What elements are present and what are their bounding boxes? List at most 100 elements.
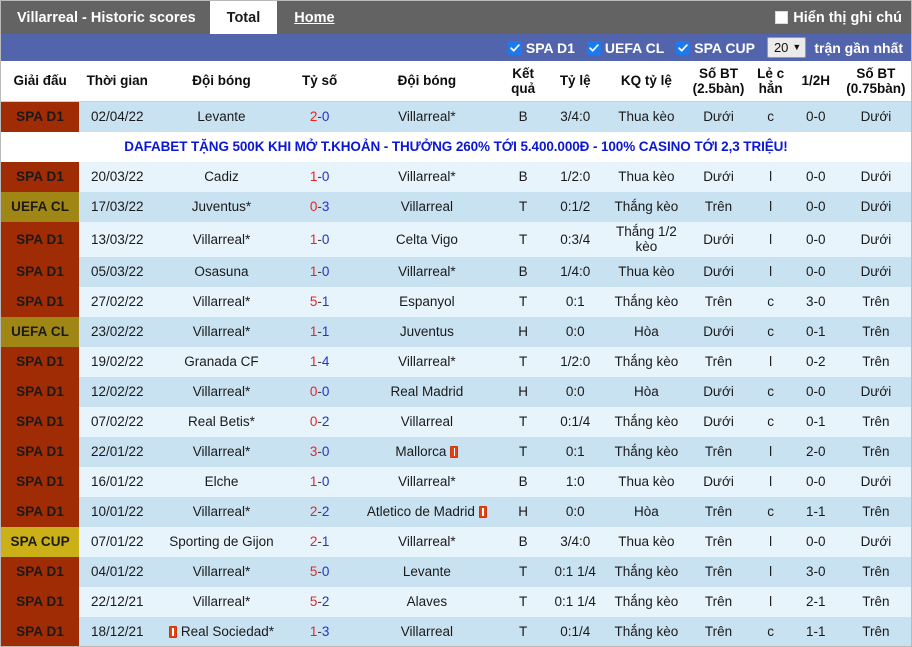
table-row[interactable]: SPA D1 12/02/22 Villarreal* 0-0 Real Madrid H…	[1, 376, 911, 407]
score-cell[interactable]: 1-3	[287, 616, 352, 646]
score-cell[interactable]: 1-0	[287, 256, 352, 287]
away-team-cell[interactable]: Villarreal	[351, 406, 503, 437]
show-notes-group[interactable]: Hiển thị ghi chú	[775, 1, 911, 34]
table-row[interactable]: SPA D1 19/02/22 Granada CF 1-4 Villarreal* T 1…	[1, 346, 911, 377]
table-row[interactable]: SPA D1 27/02/22 Villarreal* 5-1 Espanyol T 0:1…	[1, 286, 911, 317]
away-team-cell[interactable]: Villarreal*	[351, 162, 503, 192]
col-header-away-team[interactable]: Đội bóng	[351, 61, 503, 102]
table-row[interactable]: SPA D1 05/03/22 Osasuna 1-0 Villarreal* B 1/4:…	[1, 256, 911, 287]
col-header-ou-075[interactable]: Số BT (0.75bàn)	[840, 61, 911, 102]
away-team-cell[interactable]: Atletico de Madrid	[351, 496, 503, 527]
score-cell[interactable]: 2-0	[287, 101, 352, 132]
home-team-cell[interactable]: Granada CF	[155, 346, 288, 377]
table-row[interactable]: SPA D1 18/12/21 Real Sociedad* 1-3 Villarrea…	[1, 616, 911, 646]
home-team-cell[interactable]: Levante	[155, 101, 288, 132]
home-team-cell[interactable]: Villarreal*	[155, 586, 288, 617]
away-team-cell[interactable]: Villarreal	[351, 616, 503, 646]
home-team-cell[interactable]: Elche	[155, 466, 288, 497]
away-team-cell[interactable]: Levante	[351, 556, 503, 587]
score-cell[interactable]: 5-0	[287, 556, 352, 587]
match-count-select[interactable]: 20 ▼	[766, 37, 807, 58]
tab-total[interactable]: Total	[209, 1, 278, 34]
league-badge[interactable]: SPA D1	[1, 406, 80, 437]
checkmark-icon[interactable]	[507, 40, 522, 55]
table-row[interactable]: SPA D1 22/12/21 Villarreal* 5-2 Alaves T 0:1 1…	[1, 586, 911, 617]
filter-spa-cup[interactable]: SPA CUP	[676, 40, 755, 56]
col-header-league[interactable]: Giải đấu	[1, 61, 80, 102]
home-team-cell[interactable]: Cadiz	[155, 162, 288, 192]
score-cell[interactable]: 5-2	[287, 586, 352, 617]
league-badge[interactable]: SPA D1	[1, 256, 80, 287]
away-team-cell[interactable]: Real Madrid	[351, 376, 503, 407]
league-badge[interactable]: SPA D1	[1, 436, 80, 467]
home-team-cell[interactable]: Juventus*	[155, 192, 288, 222]
table-row[interactable]: SPA CUP 07/01/22 Sporting de Gijon 2-1 Villa…	[1, 526, 911, 557]
score-cell[interactable]: 5-1	[287, 286, 352, 317]
league-badge[interactable]: SPA D1	[1, 162, 80, 192]
show-notes-checkbox[interactable]	[775, 11, 789, 24]
filter-uefa-cl[interactable]: UEFA CL	[586, 40, 664, 56]
league-badge[interactable]: SPA CUP	[1, 526, 80, 557]
league-badge[interactable]: SPA D1	[1, 101, 80, 132]
tab-home[interactable]: Home	[277, 1, 351, 34]
col-header-result[interactable]: Kết quả	[502, 61, 545, 102]
away-team-cell[interactable]: Espanyol	[351, 286, 503, 317]
table-row[interactable]: SPA D1 02/04/22 Levante 2-0 Villarreal* B 3/4:…	[1, 101, 911, 132]
league-badge[interactable]: SPA D1	[1, 586, 80, 617]
table-row[interactable]: SPA D1 07/02/22 Real Betis* 0-2 Villarreal T 0…	[1, 406, 911, 437]
away-team-cell[interactable]: Villarreal	[351, 192, 503, 222]
table-row[interactable]: SPA D1 13/03/22 Villarreal* 1-0 Celta Vigo T 0…	[1, 222, 911, 257]
home-team-cell[interactable]: Villarreal*	[155, 436, 288, 467]
league-badge[interactable]: SPA D1	[1, 556, 80, 587]
col-header-odds[interactable]: Tỷ lệ	[544, 61, 607, 102]
home-team-cell[interactable]: Villarreal*	[155, 316, 288, 347]
table-row[interactable]: SPA D1 16/01/22 Elche 1-0 Villarreal* B 1:0 Thu…	[1, 466, 911, 497]
away-team-cell[interactable]: Villarreal*	[351, 346, 503, 377]
league-badge[interactable]: SPA D1	[1, 346, 80, 377]
league-badge[interactable]: UEFA CL	[1, 316, 80, 347]
col-header-odds-result[interactable]: KQ tỷ lệ	[606, 61, 687, 102]
away-team-cell[interactable]: Alaves	[351, 586, 503, 617]
filter-spa-d1[interactable]: SPA D1	[507, 40, 575, 56]
home-team-cell[interactable]: Villarreal*	[155, 286, 288, 317]
table-row[interactable]: SPA D1 20/03/22 Cadiz 1-0 Villarreal* B 1/2:0 T…	[1, 162, 911, 192]
score-cell[interactable]: 1-0	[287, 222, 352, 257]
home-team-cell[interactable]: Villarreal*	[155, 222, 288, 257]
checkmark-icon[interactable]	[586, 40, 601, 55]
score-cell[interactable]: 0-2	[287, 406, 352, 437]
score-cell[interactable]: 0-3	[287, 192, 352, 222]
league-badge[interactable]: SPA D1	[1, 376, 80, 407]
score-cell[interactable]: 3-0	[287, 436, 352, 467]
score-cell[interactable]: 1-0	[287, 162, 352, 192]
home-team-cell[interactable]: Real Sociedad*	[155, 616, 288, 646]
league-badge[interactable]: SPA D1	[1, 466, 80, 497]
away-team-cell[interactable]: Villarreal*	[351, 526, 503, 557]
score-cell[interactable]: 1-4	[287, 346, 352, 377]
league-badge[interactable]: UEFA CL	[1, 192, 80, 222]
score-cell[interactable]: 0-0	[287, 376, 352, 407]
home-team-cell[interactable]: Villarreal*	[155, 556, 288, 587]
col-header-time[interactable]: Thời gian	[79, 61, 156, 102]
away-team-cell[interactable]: Celta Vigo	[351, 222, 503, 257]
away-team-cell[interactable]: Mallorca	[351, 436, 503, 467]
away-team-cell[interactable]: Villarreal*	[351, 466, 503, 497]
home-team-cell[interactable]: Sporting de Gijon	[155, 526, 288, 557]
home-team-cell[interactable]: Real Betis*	[155, 406, 288, 437]
table-row[interactable]: SPA D1 10/01/22 Villarreal* 2-2 Atletico de …	[1, 496, 911, 527]
promo-banner-row[interactable]: DAFABET TẶNG 500K KHI MỞ T.KHOẢN - THƯỞN…	[1, 132, 911, 162]
col-header-score[interactable]: Tỷ số	[287, 61, 352, 102]
table-row[interactable]: SPA D1 04/01/22 Villarreal* 5-0 Levante T 0:1 …	[1, 556, 911, 587]
score-cell[interactable]: 1-1	[287, 316, 352, 347]
col-header-odd-even[interactable]: Lẻ c hẳn	[750, 61, 791, 102]
league-badge[interactable]: SPA D1	[1, 496, 80, 527]
home-team-cell[interactable]: Villarreal*	[155, 496, 288, 527]
checkmark-icon[interactable]	[676, 40, 691, 55]
away-team-cell[interactable]: Villarreal*	[351, 256, 503, 287]
col-header-ou-25[interactable]: Số BT (2.5bàn)	[686, 61, 751, 102]
col-header-half-time[interactable]: 1/2H	[790, 61, 841, 102]
chevron-down-icon[interactable]: ▼	[792, 43, 801, 52]
away-team-cell[interactable]: Villarreal*	[351, 101, 503, 132]
away-team-cell[interactable]: Juventus	[351, 316, 503, 347]
league-badge[interactable]: SPA D1	[1, 616, 80, 646]
league-badge[interactable]: SPA D1	[1, 222, 80, 257]
